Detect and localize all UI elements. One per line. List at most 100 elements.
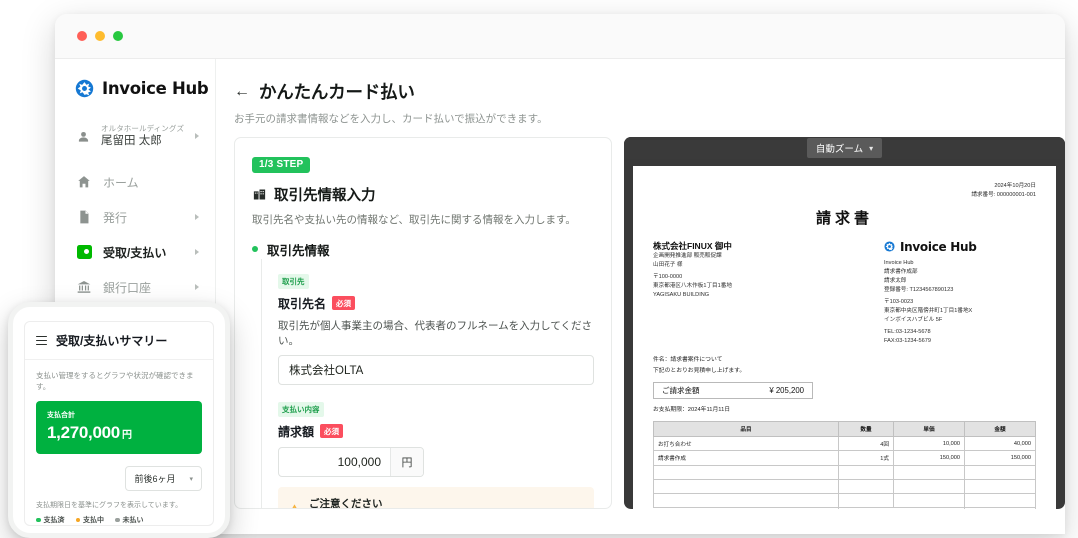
sidebar-label-receive-pay: 受取/支払い xyxy=(103,245,167,260)
amount-label-row: 請求額 必須 xyxy=(278,423,594,440)
brand-logo[interactable]: Invoice Hub xyxy=(55,79,215,120)
total-payment-value-row: 1,270,000 円 xyxy=(47,423,191,443)
chevron-right-icon xyxy=(195,284,203,291)
tag-payment-content: 支払い内容 xyxy=(278,401,324,417)
amount-label: 請求額 xyxy=(278,424,315,439)
sender-logo: Invoice Hub xyxy=(884,240,1036,254)
page-header: ← かんたんカード払い xyxy=(234,79,1065,104)
invoice-subject: 件名：請求書案件について 下記のとおりお見積申し上げます。 xyxy=(653,355,1036,376)
th-qty: 数量 xyxy=(838,421,894,438)
legend-dot-pending xyxy=(75,517,80,523)
legend-label-unpaid: 未払い xyxy=(122,517,144,524)
total-label: ご請求金額 xyxy=(662,386,700,396)
required-badge: 必須 xyxy=(332,296,356,310)
mobile-device-mockup: 受取/支払いサマリー 支払い管理をするとグラフや状況が確認できます。 支払合計 … xyxy=(8,302,230,538)
brand-name: Invoice Hub xyxy=(102,79,209,98)
content-panes: 1/3 STEP 取引先情報入力 取引先名や支払い先の情報など、取引先に関する情… xyxy=(234,137,1065,509)
sidebar-item-home[interactable]: ホーム xyxy=(55,165,215,200)
warning-notice: ご注意ください 金額に誤りがないかご確認ください。請求金額の分割や一部支払いでの… xyxy=(278,486,594,508)
sender-address: 東京都中央区階傍井町1丁目1番地X xyxy=(884,308,973,315)
tag-partner: 取引先 xyxy=(278,273,309,289)
sidebar-label-home: ホーム xyxy=(103,175,139,190)
browser-titlebar xyxy=(55,14,1065,59)
invoice-due-date: お支払期限：2024年11月11日 xyxy=(653,407,731,414)
recipient-name: 株式会社FINUX 御中 xyxy=(653,240,732,251)
summary-card-header: 受取/支払いサマリー xyxy=(25,322,213,360)
summary-title: 受取/支払いサマリー xyxy=(56,334,168,348)
zoom-select[interactable]: 自動ズーム ▾ xyxy=(806,138,883,158)
subject-line-1: 件名：請求書案件について xyxy=(653,357,723,364)
invoice-recipient: 株式会社FINUX 御中 企画開発推進部 販売販促課 山田花子 様 〒100-0… xyxy=(653,240,874,346)
amount-input[interactable]: 100,000 xyxy=(279,448,390,476)
maximize-window-dot[interactable] xyxy=(113,31,123,41)
amount-unit: 円 xyxy=(390,447,423,476)
th-price: 単価 xyxy=(893,421,965,438)
cell-item: 請求書作成 xyxy=(653,450,839,466)
zoom-select-label: 自動ズーム xyxy=(815,144,864,155)
sender-company: Invoice Hub xyxy=(884,259,914,266)
invoice-date: 2024年10月20日 xyxy=(994,183,1036,189)
cell-qty: 4回 xyxy=(838,436,894,452)
legend-dot-unpaid xyxy=(115,517,120,523)
table-summary-row: 小計 150,000 xyxy=(653,507,1036,509)
table-row: 請求書作成 1式 150,000 150,000 xyxy=(653,450,1036,466)
form-group-title: 取引先情報 xyxy=(267,243,330,258)
summary-card: 受取/支払いサマリー 支払い管理をするとグラフや状況が確認できます。 支払合計 … xyxy=(24,321,214,526)
sidebar-item-receive-pay[interactable]: 受取/支払い xyxy=(55,235,215,270)
mobile-screen: 受取/支払いサマリー 支払い管理をするとグラフや状況が確認できます。 支払合計 … xyxy=(13,307,225,526)
form-section-title: 取引先情報入力 xyxy=(252,184,594,205)
table-row xyxy=(653,478,1036,494)
table-row xyxy=(653,464,1036,480)
pdf-scroll-area[interactable]: 2024年10月20日 請求番号: 000000001-001 請求書 株式会社… xyxy=(624,159,1065,509)
amount-input-group[interactable]: 100,000 円 xyxy=(278,446,424,477)
pdf-preview-pane: 自動ズーム ▾ 2024年10月20日 請求番号: 000000001-001 … xyxy=(624,137,1065,509)
page-subtitle: お手元の請求書情報などを入力し、カード払いで振込ができます。 xyxy=(234,113,548,125)
warning-icon xyxy=(292,503,297,508)
sender-tel: TEL:03-1234-5678 xyxy=(884,329,931,336)
wallet-icon xyxy=(76,244,92,260)
summary-value: 150,000 xyxy=(964,507,1036,509)
summary-description: 支払い管理をするとグラフや状況が確認できます。 xyxy=(36,371,194,391)
pdf-toolbar: 自動ズーム ▾ xyxy=(624,137,1065,159)
required-badge: 必須 xyxy=(320,424,344,438)
sender-fax: FAX:03-1234-5679 xyxy=(884,338,931,345)
invoice-total-box: ご請求金額 ¥ 205,200 xyxy=(653,382,813,400)
document-icon xyxy=(76,209,92,225)
home-icon xyxy=(76,174,92,190)
user-org: オルタホールディングズ xyxy=(101,124,185,133)
invoice-hub-logo-icon xyxy=(884,241,895,252)
legend-label-paid: 支払済 xyxy=(43,517,65,524)
partner-name-input[interactable]: 株式会社OLTA xyxy=(278,354,594,385)
sidebar-item-bank-account[interactable]: 銀行口座 xyxy=(55,270,215,305)
invoice-hub-logo-icon xyxy=(75,79,94,98)
hamburger-menu-icon[interactable] xyxy=(36,336,47,345)
chart-legend: 支払済 支払中 未払い xyxy=(36,515,202,525)
table-row xyxy=(653,492,1036,509)
recipient-address: 東京都港区八木作板1丁目1番地 xyxy=(653,283,732,290)
total-payment-unit: 円 xyxy=(121,430,132,441)
chevron-right-icon xyxy=(195,249,203,256)
back-arrow-icon[interactable]: ← xyxy=(234,83,250,100)
recipient-building: YAGISAKU BUILDING xyxy=(653,292,710,299)
bank-icon xyxy=(76,279,92,295)
period-select-label: 前後6ヶ月 xyxy=(134,474,176,484)
page-title: かんたんカード払い xyxy=(259,82,415,102)
minimize-window-dot[interactable] xyxy=(95,31,105,41)
sender-postal: 〒103-0023 xyxy=(884,299,914,306)
avatar-icon xyxy=(78,131,89,142)
recipient-dept: 企画開発推進部 販売販促課 xyxy=(653,252,722,259)
table-header-row: 品目 数量 単価 金額 xyxy=(653,421,1036,438)
sender-building: インボイスハブビル 5F xyxy=(884,317,943,324)
legend-label-pending: 支払中 xyxy=(83,517,104,524)
chevron-down-icon: ▾ xyxy=(869,143,874,153)
user-profile[interactable]: オルタホールディングズ 尾留田 太郎 xyxy=(55,120,215,165)
sidebar-item-issue[interactable]: 発行 xyxy=(55,200,215,235)
partner-name-help: 取引先が個人事業主の場合、代表者のフルネームを入力してください。 xyxy=(278,319,593,347)
period-select[interactable]: 前後6ヶ月 ▾ xyxy=(125,466,202,491)
close-window-dot[interactable] xyxy=(77,31,87,41)
sidebar-label-issue: 発行 xyxy=(103,210,128,225)
cell-amount: 40,000 xyxy=(964,436,1036,452)
cell-item: お打ち合わせ xyxy=(653,436,839,452)
invoice-sender: Invoice Hub Invoice Hub 請求書作成部 請求太郎 登録番号… xyxy=(884,240,1036,346)
cell-amount: 150,000 xyxy=(964,450,1036,466)
